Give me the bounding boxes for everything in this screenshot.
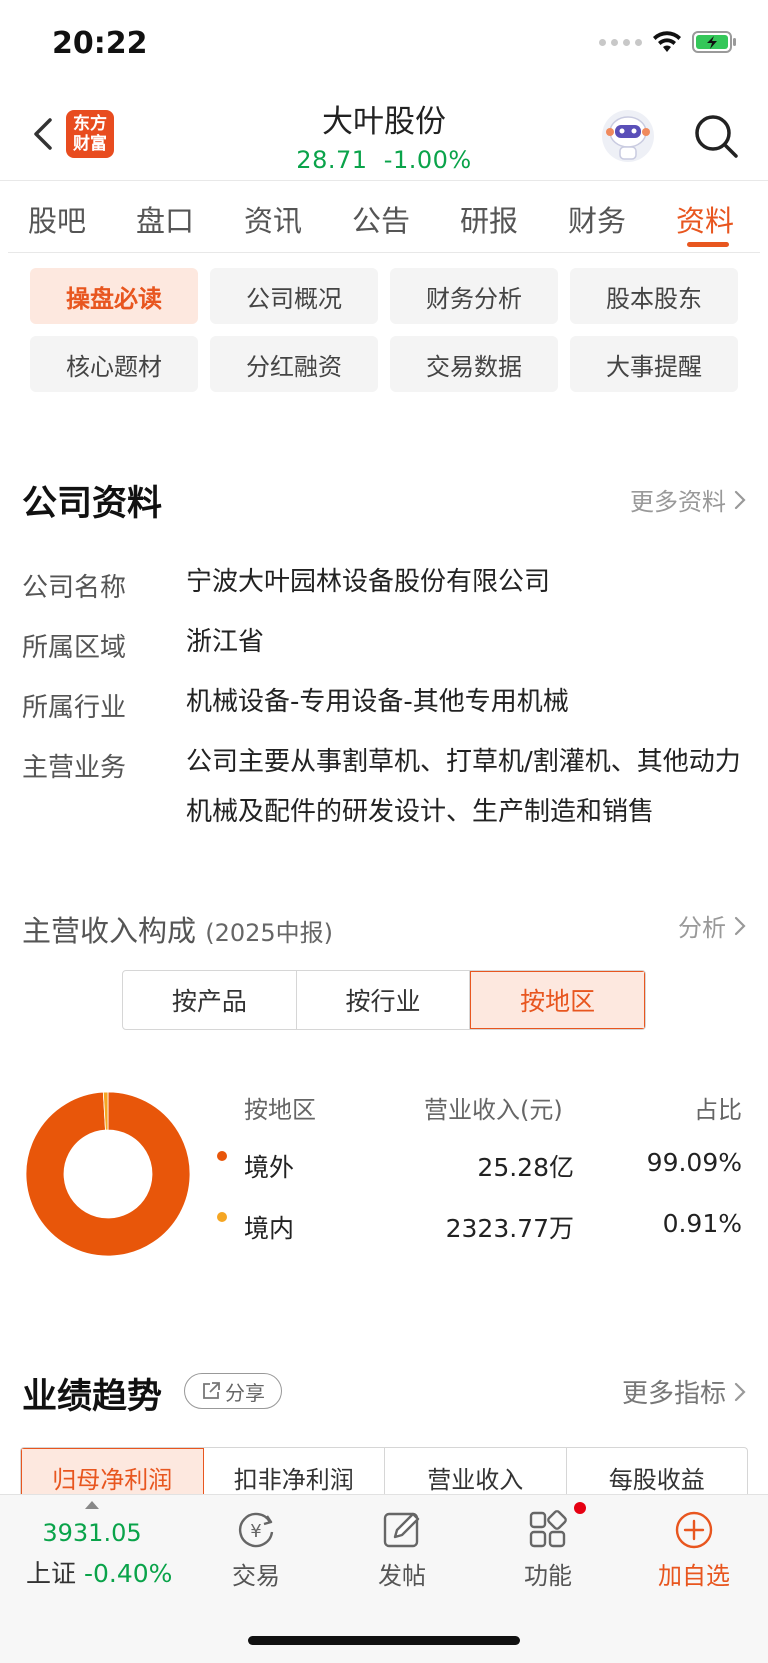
index-value[interactable]: 3931.05 <box>0 1519 184 1547</box>
subtab-trading-guide[interactable]: 操盘必读 <box>30 268 198 324</box>
business-value: 公司主要从事割草机、打草机/割灌机、其他动力机械及配件的研发设计、生产制造和销售 <box>186 747 741 827</box>
assistant-robot-icon[interactable] <box>600 108 656 164</box>
functions-grid-icon <box>529 1510 567 1548</box>
row-overseas-amount: 25.28亿 <box>477 1153 574 1182</box>
tab-notices[interactable]: 公告 <box>352 198 410 240</box>
segment-by-product[interactable]: 按产品 <box>123 971 297 1029</box>
business-label: 主营业务 <box>22 753 127 783</box>
chevron-right-icon <box>734 1382 746 1401</box>
row-overseas-ratio: 99.09% <box>646 1148 742 1177</box>
more-metrics-link[interactable]: 更多指标 <box>622 1373 746 1410</box>
svg-text:¥: ¥ <box>250 1521 261 1542</box>
subtab-trading-data[interactable]: 交易数据 <box>390 336 558 392</box>
industry-value: 机械设备-专用设备-其他专用机械 <box>186 687 569 717</box>
stock-price: 28.71 <box>296 146 368 174</box>
tab-finance[interactable]: 财务 <box>568 198 626 240</box>
nav-post[interactable]: 发帖 <box>342 1508 462 1591</box>
col-header-region: 按地区 <box>244 1096 316 1124</box>
tab-guba[interactable]: 股吧 <box>28 198 86 240</box>
home-indicator <box>248 1636 520 1645</box>
add-circle-icon <box>675 1511 713 1549</box>
chevron-right-icon <box>734 916 746 935</box>
index-line[interactable]: 上证 -0.40% <box>26 1554 172 1590</box>
signal-icon <box>599 38 642 46</box>
subtab-events[interactable]: 大事提醒 <box>570 336 738 392</box>
row-overseas-name: 境外 <box>244 1153 295 1182</box>
legend-dot-domestic <box>217 1212 227 1222</box>
legend-dot-overseas <box>217 1151 227 1161</box>
tab-pankou[interactable]: 盘口 <box>136 198 194 240</box>
industry-label: 所属行业 <box>22 693 127 723</box>
nav-add-watchlist[interactable]: 加自选 <box>634 1508 754 1591</box>
chevron-right-icon <box>734 490 746 509</box>
more-company-link[interactable]: 更多资料 <box>630 482 746 517</box>
notification-dot <box>574 1502 586 1514</box>
trade-yuan-icon: ¥ <box>238 1512 274 1548</box>
nav-functions[interactable]: 功能 <box>488 1508 608 1591</box>
subtab-financial-analysis[interactable]: 财务分析 <box>390 268 558 324</box>
wifi-icon <box>653 31 681 52</box>
tab-research[interactable]: 研报 <box>460 198 518 240</box>
tab-profile[interactable]: 资料 <box>676 198 734 240</box>
segment-by-industry[interactable]: 按行业 <box>297 971 471 1029</box>
company-name-value: 宁波大叶园林设备股份有限公司 <box>186 567 551 597</box>
region-value: 浙江省 <box>186 627 265 657</box>
edit-post-icon <box>383 1512 420 1548</box>
row-domestic-name: 境内 <box>244 1214 295 1243</box>
tabs-divider <box>8 252 760 253</box>
company-name-label: 公司名称 <box>22 573 127 603</box>
region-label: 所属区域 <box>22 633 127 663</box>
tab-news[interactable]: 资讯 <box>244 198 302 240</box>
revenue-period: (2025中报) <box>205 919 334 947</box>
subtab-dividends[interactable]: 分红融资 <box>210 336 378 392</box>
battery-icon <box>692 31 736 53</box>
segment-by-region[interactable]: 按地区 <box>470 971 645 1029</box>
share-icon <box>203 1382 220 1399</box>
col-header-ratio: 占比 <box>694 1096 742 1124</box>
subtab-shareholders[interactable]: 股本股东 <box>570 268 738 324</box>
nav-trade[interactable]: ¥ 交易 <box>196 1508 316 1591</box>
col-header-revenue: 营业收入(元) <box>424 1096 563 1124</box>
row-domestic-ratio: 0.91% <box>662 1209 742 1238</box>
row-domestic-amount: 2323.77万 <box>445 1214 574 1243</box>
stock-change: -1.00% <box>383 146 472 174</box>
revenue-section-title: 主营收入构成 (2025中报) <box>22 914 334 948</box>
share-button[interactable]: 分享 <box>184 1373 282 1409</box>
performance-section-title: 业绩趋势 <box>22 1377 163 1417</box>
company-section-title: 公司资料 <box>22 484 163 524</box>
revenue-segment-control: 按产品 按行业 按地区 <box>122 970 646 1030</box>
active-tab-indicator <box>687 242 729 247</box>
analyze-link[interactable]: 分析 <box>678 908 746 943</box>
status-icons <box>599 30 738 54</box>
search-icon[interactable] <box>690 110 742 162</box>
header-divider <box>0 180 768 181</box>
subtab-company-overview[interactable]: 公司概况 <box>210 268 378 324</box>
revenue-donut-chart <box>25 1091 191 1257</box>
index-change: -0.40% <box>83 1559 173 1588</box>
status-time: 20:22 <box>52 26 148 61</box>
index-name: 上证 <box>26 1559 77 1588</box>
subtab-core-themes[interactable]: 核心题材 <box>30 336 198 392</box>
caret-up-icon <box>85 1501 99 1509</box>
